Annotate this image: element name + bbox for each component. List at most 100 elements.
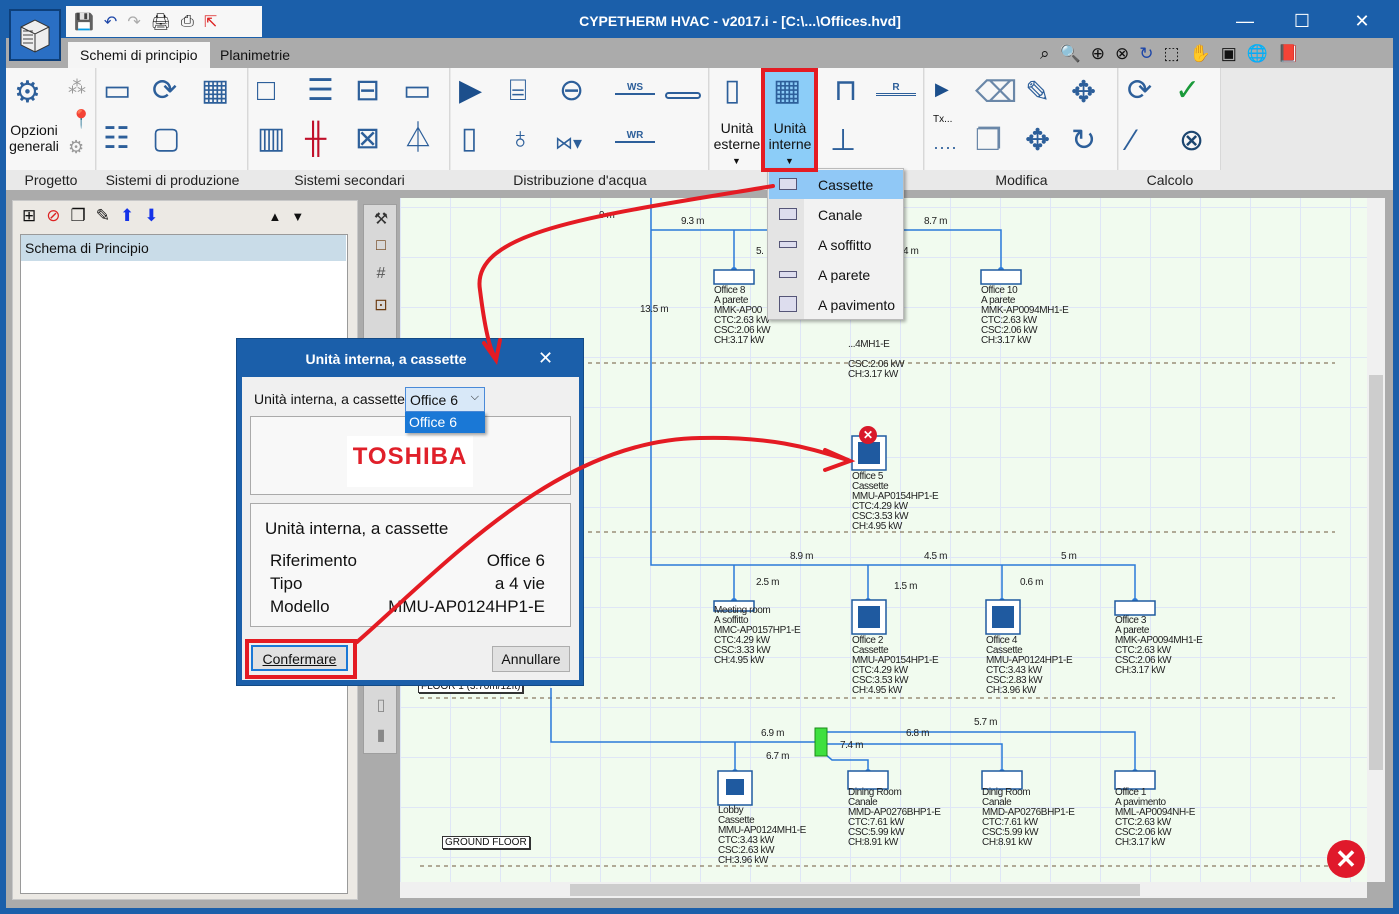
- cancel-button[interactable]: Annullare: [492, 646, 570, 672]
- refnet-joint-icon[interactable]: ⊓: [834, 76, 857, 106]
- unit-label[interactable]: Office 10 A parete MMK-AP0094MH1-E CTC:2.63…: [981, 286, 1069, 346]
- settings-small-icon[interactable]: ⚙: [68, 138, 84, 156]
- expansion-vessel-icon[interactable]: ▯: [461, 124, 478, 154]
- print-icon[interactable]: 🖨: [151, 12, 171, 32]
- check-errors-icon[interactable]: ✓: [1175, 76, 1200, 106]
- print-preview-icon[interactable]: ⎙: [181, 13, 194, 31]
- pencil-icon[interactable]: ✎: [1025, 78, 1050, 108]
- tools-icon[interactable]: ⚒: [370, 209, 392, 231]
- level-up-icon[interactable]: ▯: [370, 695, 392, 717]
- undo-icon[interactable]: ↶: [104, 12, 117, 32]
- fan-coil-icon[interactable]: □: [257, 76, 275, 106]
- eraser-icon[interactable]: ⌫: [975, 78, 1017, 108]
- return-pipe-wr-button[interactable]: WR: [615, 130, 655, 143]
- horizontal-scroll-thumb[interactable]: [570, 884, 1140, 896]
- magic-wand-icon[interactable]: ⁄: [1129, 126, 1134, 156]
- outdoor-unit-icon[interactable]: ▯: [724, 76, 741, 106]
- snap-icon[interactable]: ⊡: [370, 295, 392, 317]
- recuperator-icon[interactable]: ▭: [403, 76, 431, 106]
- unit-label[interactable]: Office 3A parete MMK-AP0094MH1-E CTC:2.63 …: [1115, 616, 1203, 676]
- move-icon[interactable]: ✥: [1071, 78, 1096, 108]
- storage-tank-icon[interactable]: ⌸: [509, 76, 527, 106]
- supply-pipe-ws-button[interactable]: WS: [615, 82, 655, 95]
- zoom-all-icon[interactable]: ⊕: [1091, 44, 1105, 64]
- unit-label[interactable]: Office 4 Cassette MMU-AP0124HP1-E CTC:3.43 …: [986, 636, 1073, 696]
- vertical-scroll-thumb[interactable]: [1369, 375, 1383, 770]
- save-icon[interactable]: 💾: [74, 12, 94, 32]
- list-item[interactable]: Schema di Principio: [21, 235, 346, 261]
- copy-icon[interactable]: ❐: [975, 126, 1002, 156]
- globe-icon[interactable]: 🌐: [1247, 44, 1268, 64]
- maximize-button[interactable]: ☐: [1282, 8, 1322, 34]
- window-icon[interactable]: ▣: [1221, 44, 1237, 64]
- zoom-x2-icon[interactable]: ⊗: [1115, 44, 1129, 64]
- unit-label[interactable]: Lobby Cassette MMU-AP0124MH1-E CTC:3.43 kW C…: [718, 806, 806, 866]
- unit-label[interactable]: Office 2 Cassette MMU-AP0154HP1-E CTC:4.29 …: [852, 636, 939, 696]
- unit-label[interactable]: Office 1A pavimento MML-AP0094NH-E CTC:2.6…: [1115, 788, 1195, 848]
- edit-icon[interactable]: ✎: [96, 206, 110, 226]
- pan-hand-icon[interactable]: ✋: [1190, 44, 1211, 64]
- expansion-tank-icon[interactable]: ♁: [509, 124, 532, 154]
- unit-label[interactable]: Office 5 Cassette MMU-AP0154HP1-E CTC:4.29 …: [852, 472, 939, 532]
- tank-icon[interactable]: ⏃: [403, 124, 433, 154]
- move-up-icon[interactable]: ⬆: [120, 206, 134, 226]
- header-icon[interactable]: ⊥: [830, 126, 856, 156]
- rectangle-icon[interactable]: □: [370, 237, 392, 259]
- vrf-unit-icon[interactable]: ▦: [201, 76, 229, 106]
- calculate-icon[interactable]: ⟳: [1127, 76, 1152, 106]
- app-menu-button[interactable]: [9, 9, 61, 61]
- radiator-icon[interactable]: ▥: [257, 124, 285, 154]
- unit-label[interactable]: Dining Room Canale MMD-AP0276BHP1-E CTC:7.6…: [848, 788, 941, 848]
- gate-valve-icon[interactable]: ⋈▾: [555, 134, 582, 152]
- menu-item-cassette[interactable]: Cassette: [769, 170, 903, 199]
- pump-icon[interactable]: ▶: [459, 76, 482, 106]
- pipe-icon[interactable]: [665, 92, 701, 99]
- text-button[interactable]: Tx...: [933, 114, 952, 125]
- move-down-icon[interactable]: ⬇: [144, 206, 158, 226]
- help-book-icon[interactable]: 📕: [1278, 44, 1299, 64]
- error-close-icon[interactable]: ✕: [1327, 840, 1365, 878]
- triangle-up-icon[interactable]: ▲: [269, 209, 282, 224]
- minimize-button[interactable]: —: [1225, 8, 1265, 34]
- find-icon[interactable]: ⌕: [1040, 44, 1050, 64]
- heat-pump-icon[interactable]: ⟳: [152, 76, 177, 106]
- unit-label[interactable]: ...4MH1-E CSC:2.06 kW CH:3.17 kW: [848, 320, 905, 380]
- menu-item-canale[interactable]: Canale: [769, 200, 903, 229]
- unit-label[interactable]: Meeting room A soffitto MMC-AP0157HP1-E CTC…: [714, 606, 801, 666]
- copy-icon[interactable]: ❐: [71, 206, 86, 226]
- tab-planimetrie[interactable]: Planimetrie: [208, 42, 302, 70]
- add-icon[interactable]: ⊞: [22, 206, 36, 226]
- chevron-down-icon[interactable]: ▼: [732, 156, 741, 166]
- dialog-close-icon[interactable]: ✕: [538, 348, 553, 369]
- delete-icon[interactable]: ⊘: [46, 206, 60, 226]
- close-button[interactable]: ✕: [1342, 8, 1382, 34]
- floor-label[interactable]: GROUND FLOOR: [442, 836, 530, 849]
- zoom-previous-icon[interactable]: 🔍: [1060, 44, 1081, 64]
- level-down-icon[interactable]: ▮: [370, 725, 392, 747]
- zoom-window-icon[interactable]: ⬚: [1163, 44, 1179, 64]
- manifold-icon[interactable]: ╫: [305, 124, 326, 154]
- redo-icon[interactable]: ↷: [127, 12, 140, 32]
- play-icon[interactable]: ▶: [935, 80, 949, 98]
- location-pin-icon[interactable]: 📍: [70, 110, 92, 128]
- unit-select[interactable]: Office 6 ⌵: [405, 387, 485, 412]
- air-handler-icon[interactable]: ⊟: [355, 76, 380, 106]
- valve-icon[interactable]: ⊖: [559, 76, 584, 106]
- unit-label[interactable]: Dinig Room Canale MMD-AP0276BHP1-E CTC:7.61…: [982, 788, 1075, 848]
- unit-label[interactable]: Office 8A parete MMK-AP00 CTC:2.63 kW CSC:2…: [714, 286, 771, 346]
- menu-item-a-soffitto[interactable]: A soffitto: [769, 230, 903, 259]
- rotate-icon[interactable]: ↻: [1071, 126, 1096, 156]
- cancel-circle-icon[interactable]: ⊗: [1179, 126, 1204, 156]
- menu-item-a-pavimento[interactable]: A pavimento: [769, 290, 903, 319]
- menu-item-a-parete[interactable]: A parete: [769, 260, 903, 289]
- network-icon[interactable]: ⁂: [68, 78, 86, 96]
- unita-esterne-button[interactable]: Unità esterne: [712, 120, 762, 152]
- opzioni-generali-button[interactable]: Opzioni generali: [8, 122, 60, 154]
- export-icon[interactable]: ⇱: [204, 12, 217, 32]
- rooftop-icon[interactable]: ⊠: [355, 124, 380, 154]
- boiler-icon[interactable]: ▢: [152, 124, 180, 154]
- triangle-down-icon[interactable]: ▼: [291, 209, 304, 224]
- refrigerant-pipe-r-button[interactable]: R: [876, 82, 916, 96]
- cooling-tower-icon[interactable]: ☷: [103, 124, 130, 154]
- redraw-icon[interactable]: ↻: [1139, 44, 1153, 64]
